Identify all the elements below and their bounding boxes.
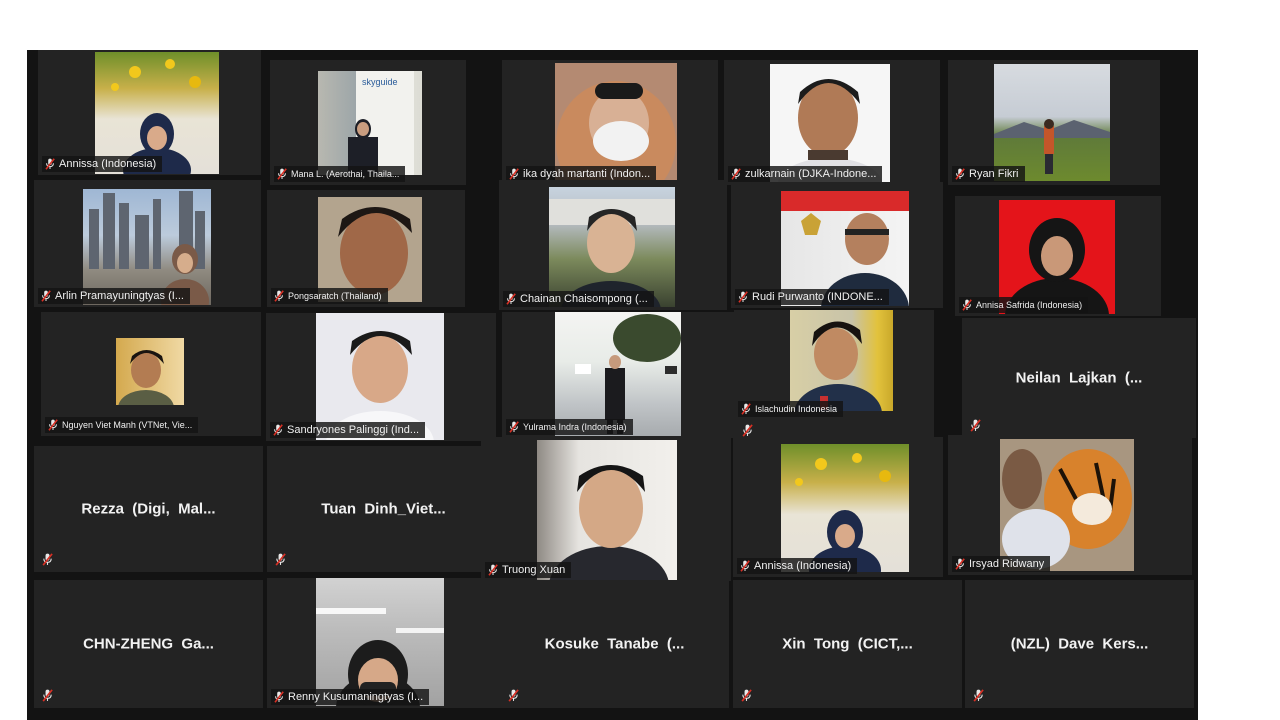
gallery-view: Annissa (Indonesia) skyguide Mana L. (Ae… (27, 50, 1198, 720)
participant-tile[interactable]: Rudi Purwanto (INDONE... (731, 182, 943, 308)
video-feed (116, 338, 184, 405)
mic-muted-icon (41, 290, 51, 302)
mic-muted-icon (275, 553, 286, 566)
mic-muted-icon (508, 689, 519, 702)
participant-tile[interactable]: skyguide Mana L. (Aerothai, Thaila... (270, 60, 466, 185)
mic-muted-icon (277, 168, 287, 180)
mic-muted-icon (731, 168, 741, 180)
mic-muted-icon (42, 553, 53, 566)
participant-name: Mana L. (Aerothai, Thaila... (274, 166, 406, 182)
mic-muted-icon (741, 689, 752, 702)
participant-tile[interactable]: Chainan Chaisompong (... (499, 180, 727, 310)
participant-tile[interactable]: Arlin Pramayuningtyas (I... (34, 180, 261, 307)
mic-muted-icon (509, 421, 519, 433)
video-feed (316, 313, 444, 440)
participant-tile[interactable]: Annissa (Indonesia) (733, 437, 943, 577)
video-feed (790, 310, 893, 411)
participant-name: CHN-ZHENG Ga... (83, 635, 214, 653)
mic-muted-icon (741, 403, 751, 415)
participant-tile[interactable]: Islachudin Indonesia (734, 310, 934, 440)
mic-muted-icon (274, 290, 284, 302)
participant-name: Annisa Safrida (Indonesia) (959, 297, 1089, 313)
participant-name: Truong Xuan (485, 562, 572, 578)
mic-muted-icon (274, 691, 284, 703)
video-feed (549, 187, 675, 307)
video-feed: skyguide (318, 71, 422, 175)
participant-name: Renny Kusumaningtyas (I... (271, 689, 430, 705)
participant-name: (NZL) Dave Kers... (1010, 635, 1149, 653)
participant-name: Yulrama Indra (Indonesia) (506, 419, 633, 435)
participant-name: Rezza (Digi, Mal... (81, 500, 216, 518)
video-feed (537, 440, 677, 581)
mic-muted-icon (45, 158, 55, 170)
mic-muted-icon (509, 168, 519, 180)
participant-name: Kosuke Tanabe (... (544, 635, 685, 653)
mic-muted-icon (970, 419, 981, 432)
participant-tile[interactable]: ika dyah martanti (Indon... (502, 60, 718, 185)
video-feed (781, 444, 909, 572)
participant-tile[interactable]: Ryan Fikri (948, 60, 1160, 185)
participant-name: Nguyen Viet Manh (VTNet, Vie... (45, 417, 199, 433)
mic-muted-icon (273, 424, 283, 436)
svg-text:skyguide: skyguide (362, 77, 398, 87)
participant-tile[interactable]: Rezza (Digi, Mal... (34, 446, 263, 572)
participant-tile[interactable]: Neilan Lajkan (... (962, 318, 1196, 438)
video-feed (555, 312, 681, 436)
mic-muted-icon (973, 689, 984, 702)
participant-tile[interactable]: zulkarnain (DJKA-Indone... (724, 60, 940, 185)
participant-name: Irsyad Ridwany (952, 556, 1051, 572)
video-feed (316, 578, 444, 706)
mic-muted-icon (738, 291, 748, 303)
mic-muted-icon (955, 168, 965, 180)
participant-tile[interactable]: Truong Xuan (481, 437, 731, 581)
participant-tile[interactable]: Sandryones Palinggi (Ind... (266, 313, 496, 441)
participant-tile[interactable]: Yulrama Indra (Indonesia) (502, 312, 744, 438)
mic-muted-icon (962, 299, 972, 311)
participant-name: Arlin Pramayuningtyas (I... (38, 288, 190, 304)
participant-name: Annissa (Indonesia) (42, 156, 163, 172)
participant-name: Pongsaratch (Thailand) (271, 288, 388, 304)
video-feed (318, 197, 422, 302)
mic-muted-icon (506, 293, 516, 305)
participant-name: Rudi Purwanto (INDONE... (735, 289, 889, 305)
participant-name: zulkarnain (DJKA-Indone... (728, 166, 883, 182)
mic-muted-icon (742, 424, 753, 437)
participant-name: Ryan Fikri (952, 166, 1025, 182)
participant-tile[interactable]: CHN-ZHENG Ga... (34, 580, 263, 708)
mic-muted-icon (740, 560, 750, 572)
participant-name: Tuan Dinh_Viet... (321, 500, 446, 518)
participant-tile[interactable]: Xin Tong (CICT,... (733, 580, 962, 708)
participant-tile[interactable]: (NZL) Dave Kers... (965, 580, 1194, 708)
participant-tile[interactable]: Tuan Dinh_Viet... (267, 446, 500, 572)
participant-tile[interactable]: Kosuke Tanabe (... (500, 580, 729, 708)
mic-muted-icon (488, 564, 498, 576)
mic-muted-icon (48, 419, 58, 431)
video-feed (1000, 439, 1134, 571)
participant-name: Sandryones Palinggi (Ind... (270, 422, 426, 438)
participant-name: Islachudin Indonesia (738, 401, 844, 417)
participant-tile[interactable]: Nguyen Viet Manh (VTNet, Vie... (41, 312, 261, 436)
video-feed (994, 64, 1110, 181)
participant-name: Chainan Chaisompong (... (503, 291, 654, 307)
participant-tile[interactable]: Annissa (Indonesia) (38, 50, 261, 175)
participant-name: Xin Tong (CICT,... (782, 635, 913, 653)
mic-muted-icon (955, 558, 965, 570)
participant-name: Annissa (Indonesia) (737, 558, 858, 574)
mic-muted-icon (42, 689, 53, 702)
participant-name: Neilan Lajkan (... (1015, 369, 1143, 387)
participant-tile[interactable]: Pongsaratch (Thailand) (267, 190, 465, 307)
participant-tile[interactable]: Annisa Safrida (Indonesia) (955, 196, 1161, 316)
participant-tile[interactable]: Irsyad Ridwany (948, 435, 1192, 575)
participant-tile[interactable]: Renny Kusumaningtyas (I... (267, 578, 500, 708)
video-feed (770, 64, 890, 182)
